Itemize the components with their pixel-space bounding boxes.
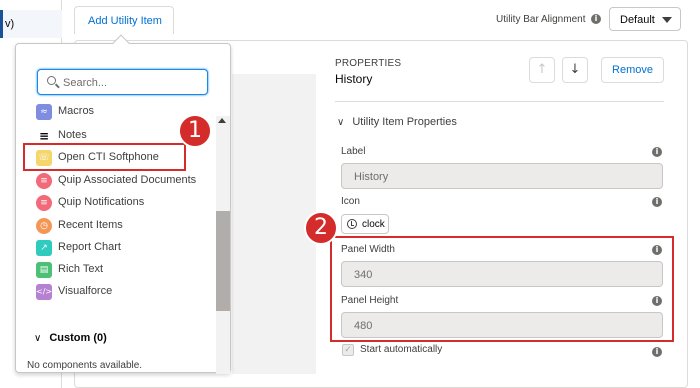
list-item-label: Recent Items [58,219,123,231]
list-item[interactable]: ↗ Report Chart [34,238,204,258]
label-field[interactable]: History [341,163,663,189]
chevron-down-icon: ∨ [34,333,42,344]
callout-badge-1: 1 [178,114,212,148]
utility-item-properties-section[interactable]: ∨ Utility Item Properties [337,116,457,128]
quip-icon: ≡ [36,195,52,211]
list-item-label: Macros [58,105,95,117]
info-icon[interactable]: i [652,347,662,357]
icon-picker-button[interactable]: clock [341,214,389,234]
start-automatically-checkbox[interactable]: ✓ [342,344,354,356]
quip-icon: ≡ [36,173,52,189]
scroll-up-icon[interactable] [218,118,226,123]
list-item[interactable]: ◷ Recent Items [34,216,204,236]
icon-picker-value: clock [362,219,385,230]
info-icon[interactable]: i [591,14,601,24]
code-icon: </> [36,284,52,300]
notes-icon: ≡ [36,128,52,144]
list-item-label: Notes [58,129,87,141]
alignment-label: Utility Bar Alignment [496,14,586,25]
start-automatically-label: Start automatically [360,344,443,355]
properties-title: History [335,72,373,86]
open-cti-highlight [23,143,186,171]
custom-section-toggle[interactable]: ∨ Custom (0) [34,332,107,344]
properties-heading: PROPERTIES [335,58,402,69]
clock-icon: ◷ [36,218,52,234]
left-panel-item-label: v) [5,18,15,30]
callout-badge-2: 2 [304,211,338,245]
empty-message: No components available. [27,360,143,371]
icon-field-label: Icon [341,196,360,207]
search-input[interactable] [63,75,203,90]
add-utility-item-tab[interactable]: Add Utility Item [74,6,174,34]
remove-button[interactable]: Remove [601,57,664,83]
scrollbar-thumb[interactable] [216,211,230,311]
list-item[interactable]: ≡ Quip Associated Documents [34,171,204,191]
search-icon [47,76,56,85]
section-label: Utility Item Properties [352,116,457,128]
macros-icon: ≈ [36,104,52,120]
list-item-label: Rich Text [58,263,104,275]
list-item[interactable]: ≈ Macros [34,104,204,122]
list-item[interactable]: ≡ Quip Notifications [34,193,204,213]
add-utility-item-label: Add Utility Item [88,15,162,27]
divider [335,101,664,102]
custom-section-label: Custom (0) [49,332,107,344]
move-up-button[interactable]: ↑ [529,57,555,83]
info-icon[interactable]: i [652,147,662,157]
list-item[interactable]: ▤ Rich Text [34,260,204,280]
move-down-button[interactable]: ↓ [562,57,588,83]
alignment-select-value: Default [620,14,655,26]
list-item-label: Report Chart [58,241,121,253]
list-item[interactable]: </> Visualforce [34,282,204,302]
list-item-label: Visualforce [58,285,113,297]
info-icon[interactable]: i [652,197,662,207]
clock-icon [347,219,357,229]
chart-icon: ↗ [36,240,52,256]
label-field-value: History [354,171,389,183]
component-search[interactable] [37,69,208,95]
list-item-label: Quip Notifications [58,196,145,208]
label-field-label: Label [341,146,366,157]
panel-size-highlight [330,236,674,342]
richtext-icon: ▤ [36,262,52,278]
left-panel-selected-item[interactable]: v) [0,10,62,38]
alignment-select[interactable]: Default [609,7,681,31]
caret-down-icon [662,17,672,23]
list-item-label: Quip Associated Documents [58,174,197,186]
chevron-down-icon: ∨ [337,117,345,128]
